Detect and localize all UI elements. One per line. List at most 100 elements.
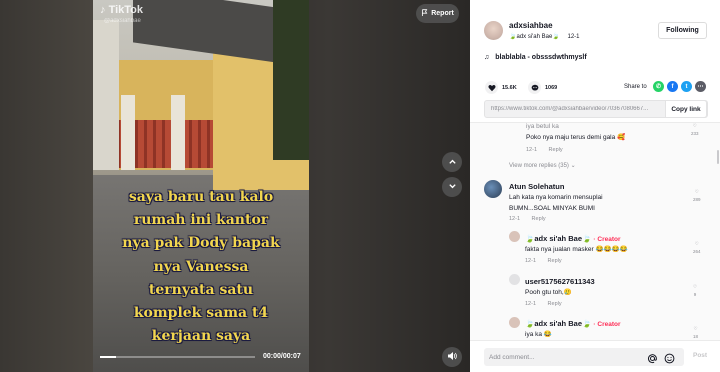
- music-row[interactable]: ♫ blablabla - obsssdwthmyslf: [484, 54, 587, 61]
- heart-outline-icon[interactable]: ♡: [693, 284, 697, 290]
- comment-date: 12-1: [526, 147, 538, 153]
- comment-text: Lah kata nya komarin mensuplai: [509, 194, 603, 201]
- report-button[interactable]: Report: [416, 4, 459, 23]
- comment-like-count: 289: [693, 197, 701, 202]
- comments-list[interactable]: iya betul ka Poko nya maju terus demi ga…: [470, 122, 720, 340]
- tiktok-logo-icon: ♪: [100, 4, 106, 16]
- heart-outline-icon[interactable]: ♡: [693, 326, 697, 332]
- music-title: blablabla - obsssdwthmyslf: [495, 54, 587, 61]
- creator-avatar[interactable]: [509, 317, 520, 328]
- video-progress-bar[interactable]: [100, 356, 255, 358]
- heart-outline-icon[interactable]: ♡: [693, 123, 697, 129]
- comment-like-count: 18: [693, 334, 699, 339]
- heart-outline-icon[interactable]: ♡: [695, 189, 699, 195]
- author-nickname: adx si'ah Bae: [516, 34, 553, 40]
- video-link-box[interactable]: https://www.tiktok.com/@adxsiahbae/video…: [484, 100, 708, 118]
- reply-button[interactable]: Reply: [532, 216, 546, 222]
- like-stat[interactable]: 15.6K: [485, 81, 517, 94]
- comment-like[interactable]: ♡ 289: [693, 189, 701, 202]
- scene-tree: [273, 0, 309, 160]
- scene-pillar: [121, 95, 135, 170]
- creator-avatar[interactable]: [509, 231, 520, 242]
- copy-link-button[interactable]: Copy link: [665, 100, 707, 118]
- watermark-handle: @adxsiahbae: [104, 18, 141, 24]
- creator-name-row: 🍃adx si'ah Bae🍃 · Creator: [525, 319, 621, 328]
- comment-like[interactable]: ♡ 18: [693, 326, 698, 339]
- speaker-icon: [447, 348, 457, 366]
- like-count: 15.6K: [502, 84, 517, 91]
- creator-badge: · Creator: [593, 236, 621, 243]
- post-date: 12-1: [567, 34, 580, 40]
- creator-badge: · Creator: [593, 321, 621, 328]
- facebook-icon[interactable]: f: [667, 81, 678, 92]
- report-label: Report: [431, 10, 454, 17]
- video-frame[interactable]: saya baru tau kalo rumah ini kantor nya …: [93, 0, 309, 372]
- previous-video-button[interactable]: [442, 152, 462, 172]
- watermark-text: TikTok: [108, 4, 143, 16]
- chevron-down-icon: [448, 178, 457, 196]
- comment-date: 12-1: [509, 216, 521, 222]
- caption-line: rumah ini kantor: [133, 212, 269, 229]
- commenter-name[interactable]: adx si'ah Bae: [534, 234, 582, 243]
- user-avatar[interactable]: [509, 274, 520, 285]
- commenter-avatar[interactable]: [484, 180, 502, 198]
- share-label: Share to: [624, 84, 647, 90]
- caption-line: nya pak Dody bapak: [122, 235, 280, 252]
- leaf-emoji-icon: 🍃: [525, 319, 535, 328]
- heart-outline-icon[interactable]: ♡: [695, 241, 699, 247]
- reply-text: iya betul ka: [526, 123, 559, 130]
- flag-icon: [421, 9, 428, 18]
- creator-name-row: 🍃adx si'ah Bae🍃 · Creator: [525, 234, 621, 243]
- view-more-replies-button[interactable]: View more replies (35) ⌄: [509, 162, 576, 169]
- reply-button[interactable]: Reply: [549, 147, 563, 153]
- tiktok-watermark: ♪ TikTok: [100, 4, 143, 16]
- post-button[interactable]: Post: [693, 352, 707, 359]
- comments-scrollbar[interactable]: [716, 122, 720, 340]
- view-more-label: View more replies (35): [509, 163, 569, 169]
- twitter-icon[interactable]: t: [681, 81, 692, 92]
- author-avatar[interactable]: [484, 21, 503, 40]
- video-caption: saya baru tau kalo rumah ini kantor nya …: [93, 186, 309, 348]
- reply-button[interactable]: Reply: [548, 301, 562, 307]
- caption-line: ternyata satu: [148, 281, 254, 298]
- comment-text: fakta nya jualan masker 😂😂😂😂: [525, 246, 628, 253]
- at-mention-icon[interactable]: [647, 351, 658, 369]
- volume-button[interactable]: [442, 347, 462, 367]
- comment-like-count: 233: [691, 131, 699, 136]
- heart-icon[interactable]: [485, 81, 498, 94]
- comment-text: BUMN...SOAL MINYAK BUMI: [509, 205, 595, 212]
- comment-meta: 12-1 Reply: [526, 147, 563, 153]
- next-video-button[interactable]: [442, 177, 462, 197]
- comment-bubble-icon[interactable]: [528, 81, 541, 94]
- comment-date: 12-1: [525, 301, 537, 307]
- leaf-emoji-icon: 🍃: [581, 319, 592, 328]
- comment-like[interactable]: ♡ 233: [691, 123, 699, 136]
- video-link-text: https://www.tiktok.com/@adxsiahbae/video…: [491, 106, 649, 112]
- comment-stat[interactable]: 1069: [528, 81, 557, 94]
- comment-like-count: 9: [693, 292, 697, 297]
- leaf-emoji-icon: 🍃: [525, 234, 535, 243]
- reply-text: Poko nya maju terus demi gala 🥰: [526, 134, 626, 141]
- reply-button[interactable]: Reply: [548, 258, 562, 264]
- comment-like[interactable]: ♡ 264: [693, 241, 701, 254]
- comment-like-count: 264: [693, 249, 701, 254]
- whatsapp-icon[interactable]: ✆: [653, 81, 664, 92]
- chevron-down-icon: ⌄: [570, 163, 576, 169]
- scene-pillar: [171, 95, 185, 170]
- commenter-name[interactable]: Atun Solehatun: [509, 182, 564, 191]
- comment-meta: 12-1 Reply: [525, 258, 562, 264]
- embed-icon[interactable]: ⋯: [695, 81, 706, 92]
- video-player[interactable]: saya baru tau kalo rumah ini kantor nya …: [0, 0, 470, 372]
- author-username[interactable]: adxsiahbae: [509, 21, 553, 30]
- commenter-name[interactable]: adx si'ah Bae: [534, 319, 582, 328]
- comment-like[interactable]: ♡ 9: [693, 284, 697, 297]
- commenter-name[interactable]: user5175627611343: [525, 277, 595, 286]
- caption-line: komplek sama t4: [133, 305, 269, 322]
- emoji-icon[interactable]: [664, 351, 675, 369]
- comment-meta: 12-1 Reply: [525, 301, 562, 307]
- following-button[interactable]: Following: [658, 22, 707, 39]
- author-nickname-row: 🍃adx si'ah Bae🍃 12-1: [509, 33, 580, 40]
- comment-meta: 12-1 Reply: [509, 216, 546, 222]
- comment-count: 1069: [545, 84, 558, 91]
- video-time: 00:00/00:07: [263, 353, 301, 360]
